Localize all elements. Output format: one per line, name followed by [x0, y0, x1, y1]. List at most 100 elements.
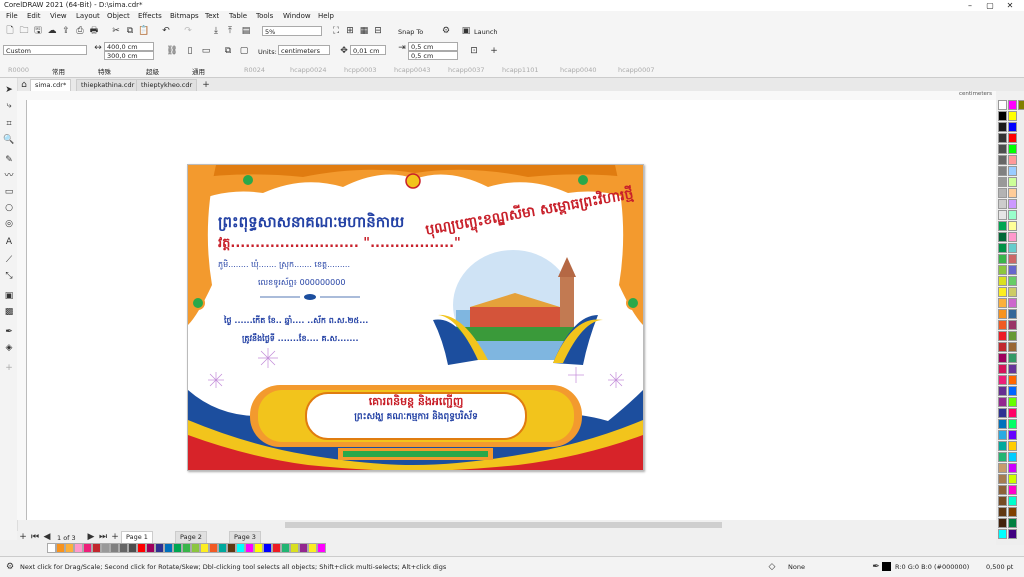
new-tab-icon[interactable]: +: [200, 79, 212, 91]
duplicate-x-input[interactable]: 0,5 cm: [408, 42, 458, 51]
palette-swatch[interactable]: [290, 543, 299, 553]
palette-swatch[interactable]: [998, 518, 1007, 528]
palette-swatch[interactable]: [1008, 408, 1017, 418]
palette-swatch[interactable]: [1008, 122, 1017, 132]
palette-swatch[interactable]: [998, 386, 1007, 396]
palette-swatch[interactable]: [998, 177, 1007, 187]
menu-table[interactable]: Table: [229, 12, 247, 20]
palette-swatch[interactable]: [1008, 210, 1017, 220]
launch-icon[interactable]: ▣: [460, 25, 472, 37]
palette-swatch[interactable]: [1008, 177, 1017, 187]
snap-to-dropdown[interactable]: Snap To: [398, 28, 423, 36]
palette-swatch[interactable]: [299, 543, 308, 553]
palette-swatch[interactable]: [281, 543, 290, 553]
add-icon[interactable]: +: [488, 45, 500, 57]
palette-swatch[interactable]: [1008, 474, 1017, 484]
menu-text[interactable]: Text: [205, 12, 219, 20]
palette-swatch[interactable]: [245, 543, 254, 553]
palette-swatch[interactable]: [998, 188, 1007, 198]
add-tool-icon[interactable]: +: [3, 362, 15, 374]
freehand-tool-icon[interactable]: ✎: [3, 154, 15, 166]
duplicate-y-input[interactable]: 0,5 cm: [408, 51, 458, 60]
minimize-button[interactable]: –: [960, 0, 980, 11]
macro-hcpp0003[interactable]: hcpp0003: [344, 66, 377, 74]
palette-swatch[interactable]: [1008, 342, 1017, 352]
palette-swatch[interactable]: [1008, 419, 1017, 429]
palette-swatch[interactable]: [1008, 397, 1017, 407]
palette-swatch[interactable]: [1008, 375, 1017, 385]
print-icon[interactable]: 🖶: [88, 25, 100, 37]
upload-icon[interactable]: ⇪: [60, 25, 72, 37]
palette-swatch[interactable]: [308, 543, 317, 553]
palette-swatch[interactable]: [173, 543, 182, 553]
palette-swatch[interactable]: [101, 543, 110, 553]
palette-swatch[interactable]: [1008, 331, 1017, 341]
guidelines-icon[interactable]: ⊟: [372, 25, 384, 37]
palette-swatch[interactable]: [254, 543, 263, 553]
macro-hcapp0040[interactable]: hcapp0040: [560, 66, 596, 74]
macro-general[interactable]: 通用: [192, 66, 205, 76]
palette-swatch[interactable]: [1008, 100, 1017, 110]
palette-swatch[interactable]: [998, 166, 1007, 176]
cut-icon[interactable]: ✂: [110, 25, 122, 37]
interactive-fill-icon[interactable]: ◈: [3, 342, 15, 354]
tab-thieptykheo[interactable]: thieptykheo.cdr: [136, 79, 198, 91]
add-page-after-icon[interactable]: +: [109, 531, 121, 543]
menu-view[interactable]: View: [50, 12, 67, 20]
palette-swatch[interactable]: [998, 375, 1007, 385]
macro-super[interactable]: 超級: [146, 66, 159, 76]
palette-swatch[interactable]: [1008, 485, 1017, 495]
palette-swatch[interactable]: [998, 287, 1007, 297]
palette-swatch[interactable]: [1008, 111, 1017, 121]
cloud-icon[interactable]: ☁: [46, 25, 58, 37]
menu-effects[interactable]: Effects: [138, 12, 162, 20]
palette-swatch[interactable]: [998, 243, 1007, 253]
palette-swatch[interactable]: [65, 543, 74, 553]
palette-swatch[interactable]: [998, 496, 1007, 506]
macro-special[interactable]: 特殊: [98, 66, 111, 76]
macro-hcapp0043[interactable]: hcapp0043: [394, 66, 430, 74]
redo-icon[interactable]: ↷: [182, 25, 194, 37]
menu-file[interactable]: File: [6, 12, 18, 20]
palette-swatch[interactable]: [998, 155, 1007, 165]
palette-swatch[interactable]: [1008, 353, 1017, 363]
palette-swatch[interactable]: [1008, 386, 1017, 396]
paste-icon[interactable]: 📋: [138, 25, 150, 37]
macro-hcapp0037[interactable]: hcapp0037: [448, 66, 484, 74]
palette-swatch[interactable]: [998, 507, 1007, 517]
polygon-tool-icon[interactable]: ◎: [3, 218, 15, 230]
palette-swatch[interactable]: [998, 276, 1007, 286]
page-preset-select[interactable]: Custom: [3, 45, 87, 55]
parallel-dimension-icon[interactable]: ⟋: [3, 254, 15, 266]
palette-swatch[interactable]: [998, 430, 1007, 440]
crop-tool-icon[interactable]: ⌗: [3, 118, 15, 130]
palette-swatch[interactable]: [227, 543, 236, 553]
next-page-icon[interactable]: ▶: [85, 531, 97, 543]
palette-swatch[interactable]: [47, 543, 56, 553]
drop-shadow-icon[interactable]: ▣: [3, 290, 15, 302]
palette-swatch[interactable]: [1008, 507, 1017, 517]
palette-swatch[interactable]: [1008, 364, 1017, 374]
launch-dropdown[interactable]: Launch: [474, 28, 498, 36]
palette-swatch[interactable]: [155, 543, 164, 553]
palette-swatch[interactable]: [128, 543, 137, 553]
outline-color-swatch[interactable]: [882, 562, 891, 571]
palette-swatch[interactable]: [1018, 100, 1024, 110]
macro-hcapp0007[interactable]: hcapp0007: [618, 66, 654, 74]
palette-swatch[interactable]: [1008, 166, 1017, 176]
palette-swatch[interactable]: [1008, 188, 1017, 198]
menu-object[interactable]: Object: [107, 12, 130, 20]
menu-tools[interactable]: Tools: [256, 12, 273, 20]
palette-swatch[interactable]: [998, 265, 1007, 275]
palette-swatch[interactable]: [998, 529, 1007, 539]
macro-r0000[interactable]: R0000: [8, 66, 29, 74]
copy-icon[interactable]: ⧉: [124, 25, 136, 37]
shape-tool-icon[interactable]: ⤷: [3, 100, 15, 112]
artistic-media-icon[interactable]: 〰: [3, 170, 15, 182]
page-tab-1[interactable]: Page 1: [121, 531, 153, 543]
palette-swatch[interactable]: [998, 111, 1007, 121]
palette-swatch[interactable]: [1008, 265, 1017, 275]
palette-swatch[interactable]: [1008, 529, 1017, 539]
palette-swatch[interactable]: [56, 543, 65, 553]
macro-r0024[interactable]: R0024: [244, 66, 265, 74]
